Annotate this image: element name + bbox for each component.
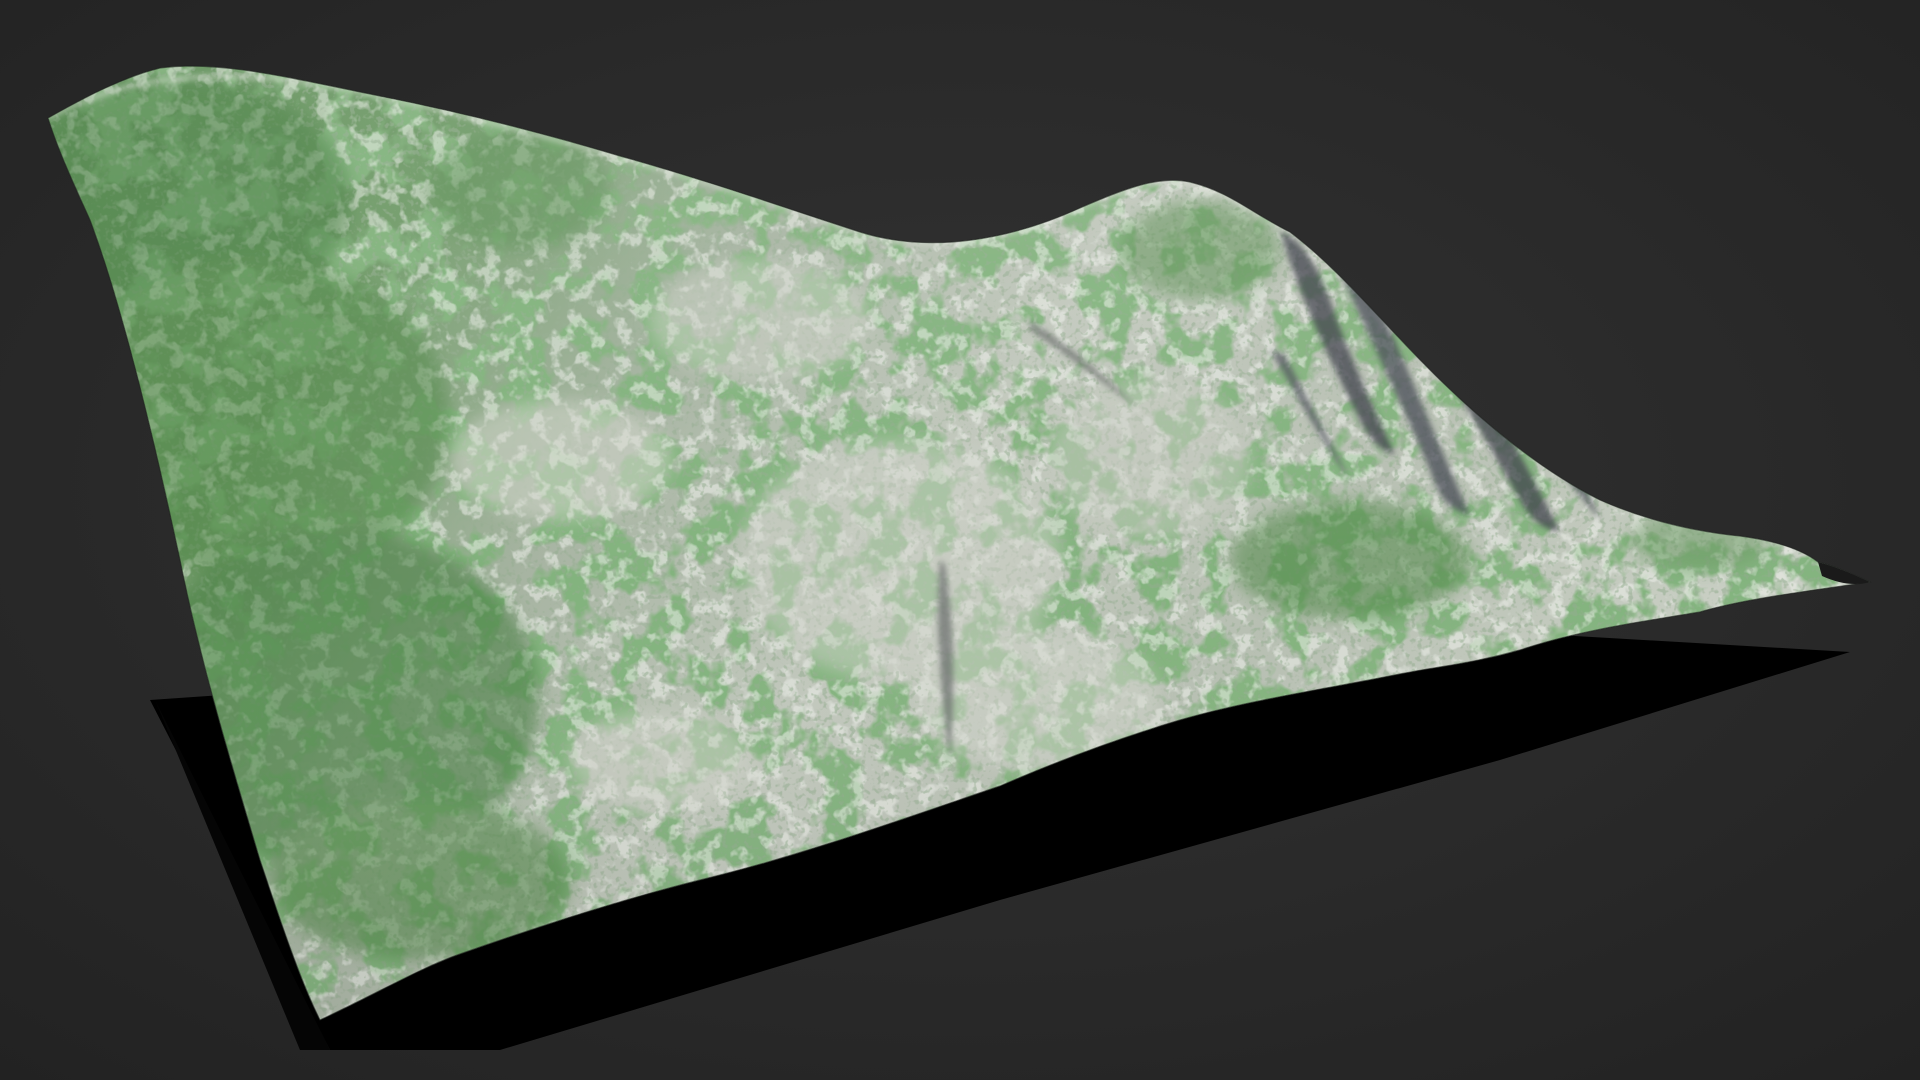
- terrain-render-scene: [0, 0, 1920, 1080]
- render-viewport: [0, 0, 1920, 1080]
